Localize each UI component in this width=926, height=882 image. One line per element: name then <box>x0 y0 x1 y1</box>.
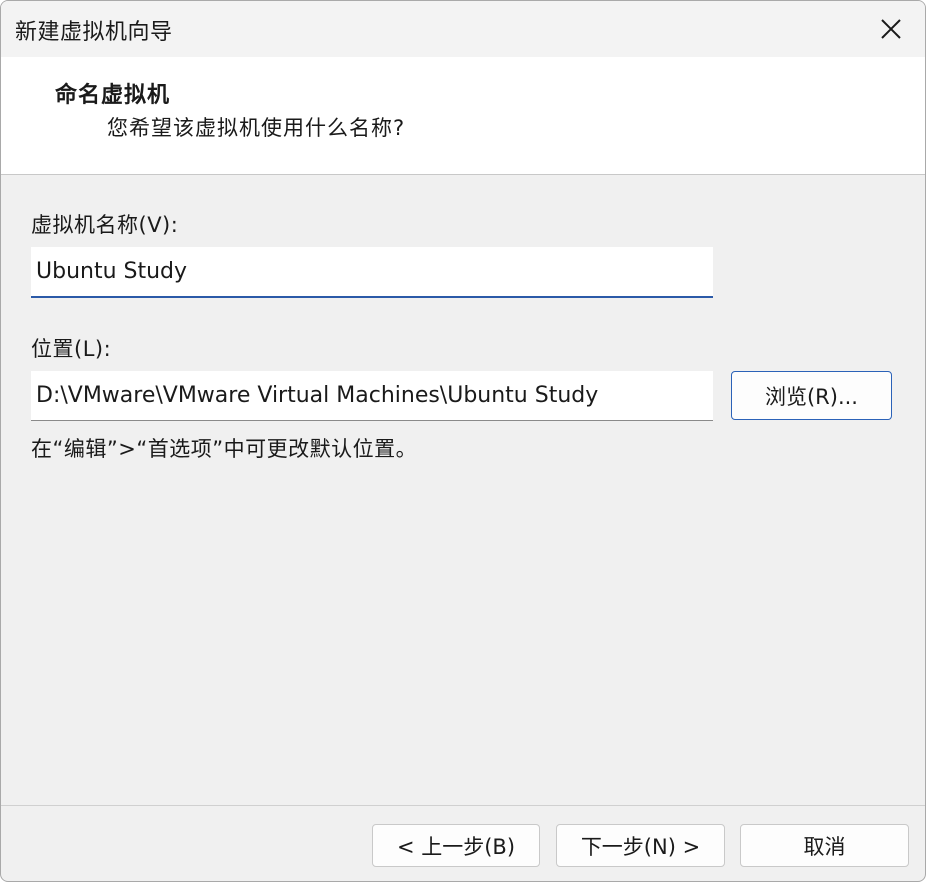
location-input[interactable] <box>31 371 713 421</box>
close-icon <box>881 19 901 39</box>
back-button[interactable]: < 上一步(B) <box>372 824 540 867</box>
next-button[interactable]: 下一步(N) > <box>556 824 725 867</box>
title-bar: 新建虚拟机向导 <box>1 1 925 57</box>
cancel-button[interactable]: 取消 <box>740 824 909 867</box>
page-subtitle: 您希望该虚拟机使用什么名称? <box>107 116 406 140</box>
vm-name-input[interactable] <box>31 247 713 298</box>
page-title: 命名虚拟机 <box>55 83 171 108</box>
footer-divider <box>1 805 925 806</box>
vm-name-label: 虚拟机名称(V): <box>31 213 179 237</box>
browse-button[interactable]: 浏览(R)... <box>731 371 892 420</box>
location-label: 位置(L): <box>31 337 112 361</box>
close-button[interactable] <box>871 9 911 49</box>
default-location-hint: 在“编辑”>“首选项”中可更改默认位置。 <box>31 437 418 461</box>
new-vm-wizard-window: 新建虚拟机向导 命名虚拟机 您希望该虚拟机使用什么名称? 虚拟机名称(V): 位… <box>0 0 926 882</box>
wizard-header: 命名虚拟机 您希望该虚拟机使用什么名称? <box>1 57 925 175</box>
window-title: 新建虚拟机向导 <box>15 20 173 45</box>
